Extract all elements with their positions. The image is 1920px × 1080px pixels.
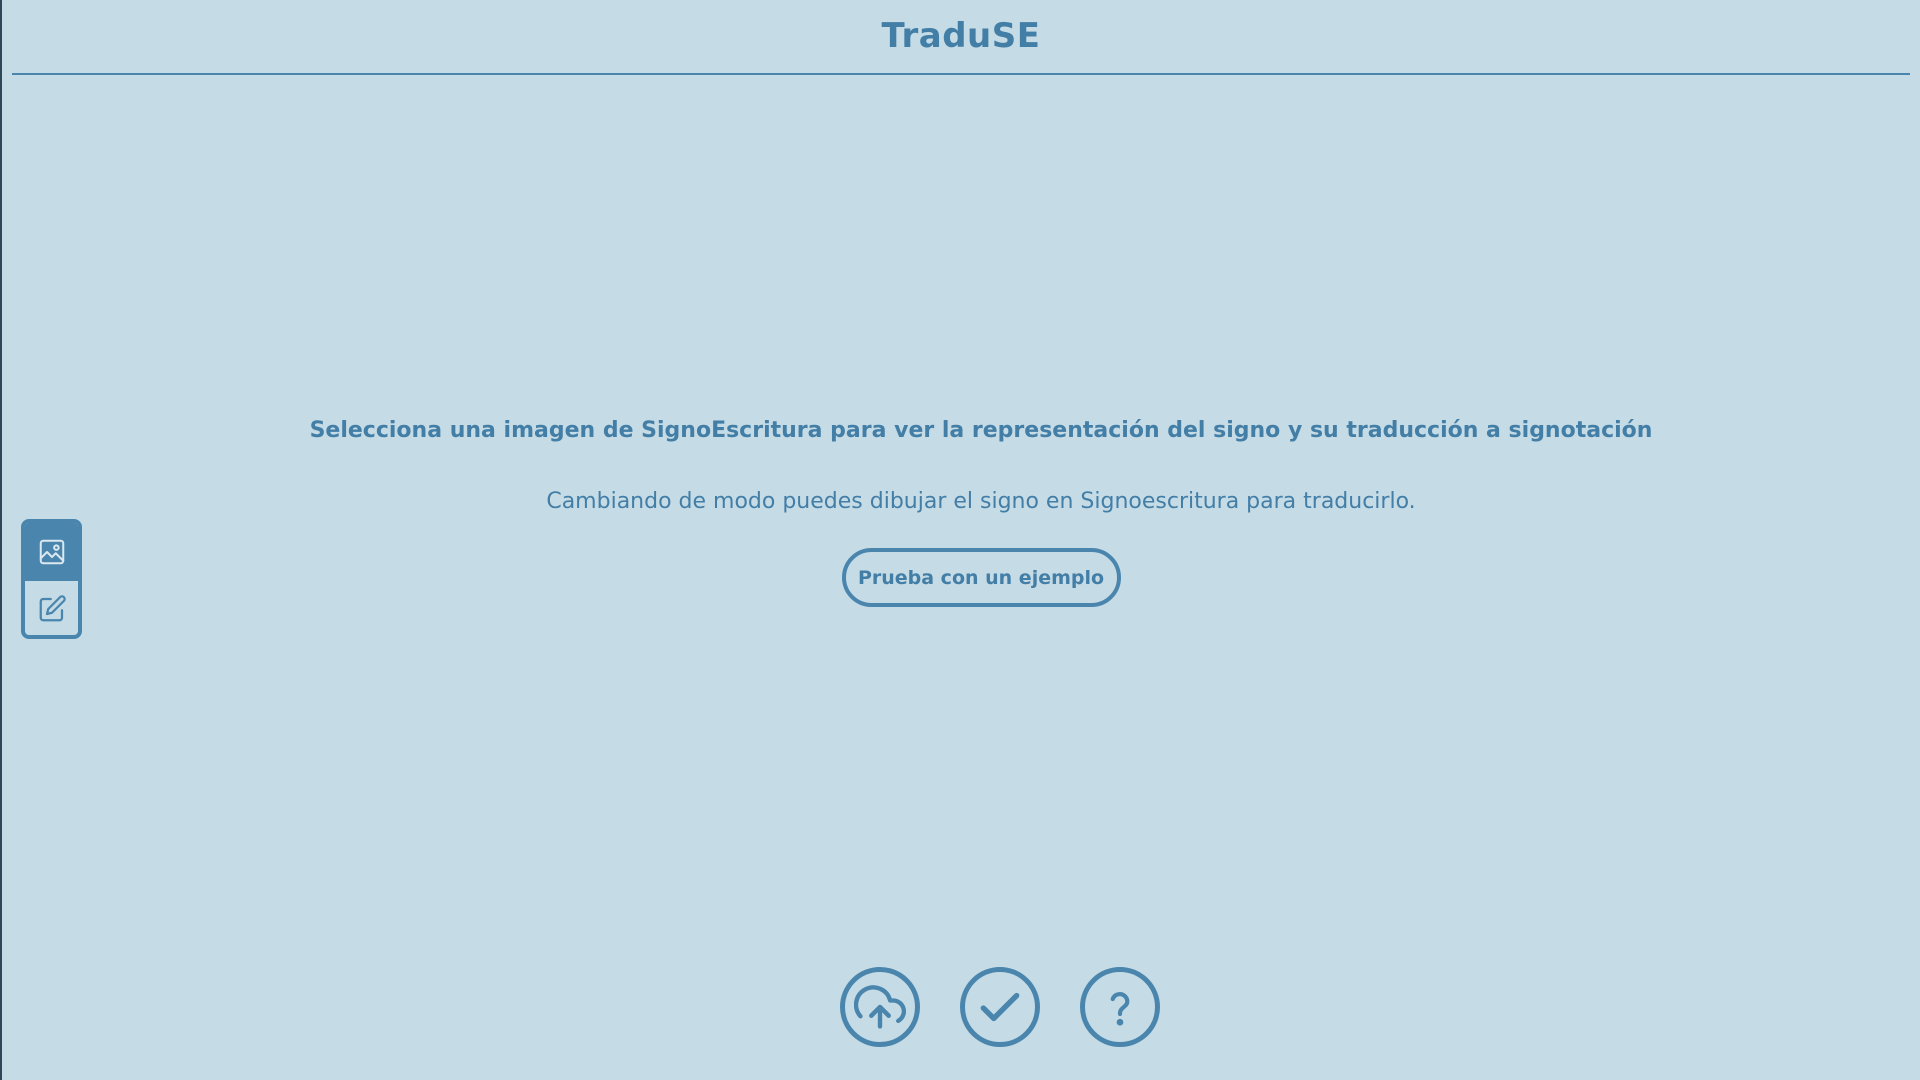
- help-button[interactable]: [1080, 967, 1160, 1047]
- help-icon: [1110, 992, 1130, 1026]
- upload-cloud-icon: [854, 985, 906, 1029]
- app-window: TraduSE Selecciona una imagen de SignoEs…: [0, 0, 1920, 1080]
- bottom-toolbar: [840, 967, 1160, 1047]
- confirm-button[interactable]: [960, 967, 1040, 1047]
- instruction-text: Selecciona una imagen de SignoEscritura …: [309, 418, 1653, 443]
- try-example-button[interactable]: Prueba con un ejemplo: [841, 548, 1121, 607]
- header: TraduSE: [12, 0, 1910, 75]
- check-icon: [980, 992, 1020, 1022]
- app-title: TraduSE: [881, 15, 1041, 56]
- mode-hint-text: Cambiando de modo puedes dibujar el sign…: [546, 489, 1416, 514]
- empty-state: Selecciona una imagen de SignoEscritura …: [2, 400, 1920, 607]
- upload-button[interactable]: [840, 967, 920, 1047]
